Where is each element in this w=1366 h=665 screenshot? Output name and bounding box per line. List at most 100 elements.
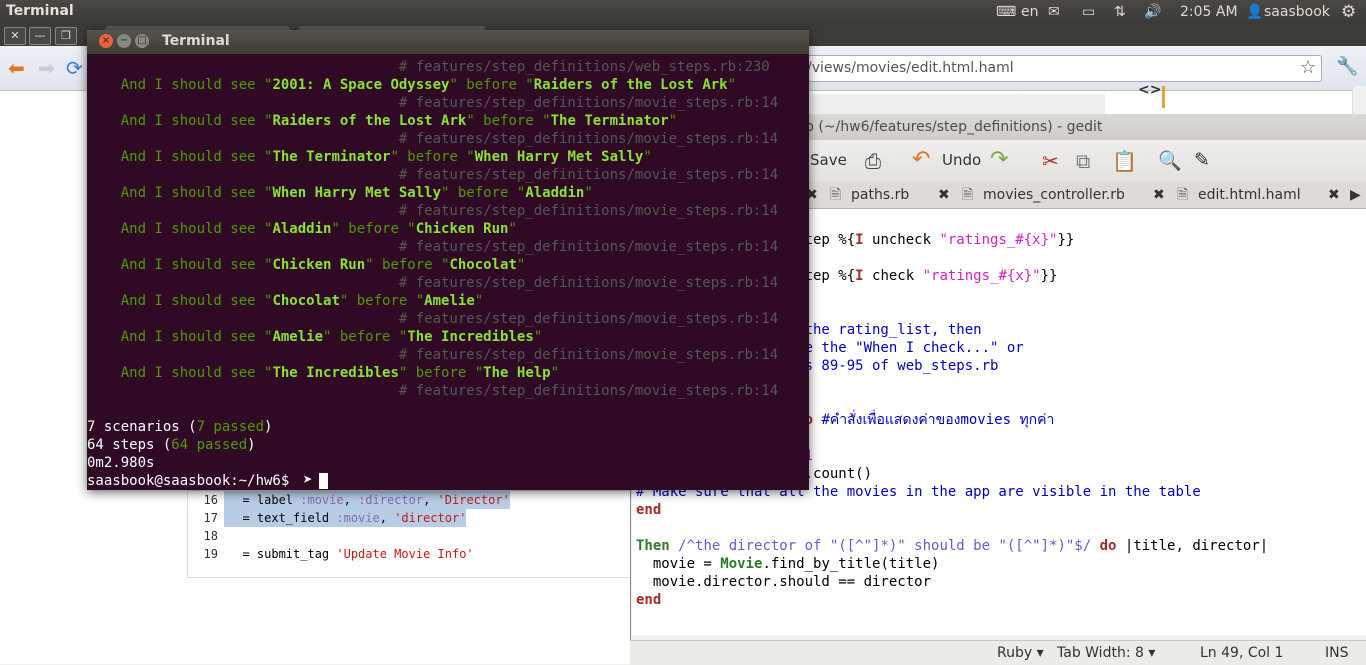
- code-token: " before ": [331, 221, 416, 237]
- page-marker: [1162, 86, 1165, 108]
- keyboard-lang[interactable]: en: [1021, 4, 1039, 20]
- copy-icon[interactable]: ⧉: [1076, 149, 1090, 173]
- code-token: # features/step_definitions/web_steps.rb…: [87, 59, 770, 75]
- code-line: 19 = submit_tag 'Update Movie Info': [188, 545, 633, 563]
- close-icon[interactable]: ✕: [4, 27, 26, 45]
- code-token: Amelie: [272, 329, 324, 345]
- code-token: Raiders of the Lost Ark: [272, 113, 467, 129]
- code-token: check: [863, 268, 923, 284]
- code-token: :movie: [300, 493, 344, 507]
- network-icon[interactable]: ⇅: [1114, 4, 1126, 20]
- tab-edit-html-haml[interactable]: edit.html.haml: [1198, 184, 1301, 206]
- user-name[interactable]: saasbook: [1264, 4, 1330, 20]
- tab-movies-controller[interactable]: movies_controller.rb: [983, 184, 1125, 206]
- editor-line: end: [636, 591, 661, 609]
- code-token: .count(): [804, 466, 873, 482]
- code-line: 16 = label :movie, :director, 'Director': [188, 491, 633, 509]
- terminal-line: And I should see "Amelie" before "The In…: [87, 328, 542, 346]
- back-arrow-icon[interactable]: ⬅: [8, 56, 25, 80]
- clock[interactable]: 2:05 AM: [1180, 4, 1238, 20]
- tab-close-icon[interactable]: ✖: [1153, 184, 1165, 206]
- code-token: |title, director|: [1116, 538, 1269, 554]
- code-token: 7 passed: [196, 419, 265, 435]
- editor-line: movie.director.should == director: [636, 573, 931, 591]
- user-icon[interactable]: 👤: [1246, 4, 1263, 20]
- code-view-icon[interactable]: <>: [1138, 82, 1161, 98]
- code-token: ,: [379, 511, 395, 525]
- page-code-listing: 16 = label :movie, :director, 'Director'…: [187, 490, 634, 578]
- tabs-scroll-right-icon[interactable]: ▶: [1350, 184, 1361, 206]
- code-token: ": [727, 77, 737, 93]
- terminal-title: Terminal: [162, 33, 230, 49]
- code-token: /^the director of "([^"]*)" should be "(…: [678, 538, 1092, 554]
- restore-icon[interactable]: ❐: [55, 27, 77, 45]
- code-token: " before ": [466, 113, 551, 129]
- language-label: Ruby: [997, 645, 1033, 661]
- terminal-line: # features/step_definitions/movie_steps.…: [87, 274, 778, 292]
- save-button[interactable]: Save: [810, 151, 847, 169]
- code-token: " before ": [390, 149, 475, 165]
- code-token: Chocolat: [449, 257, 517, 273]
- code-token: # features/step_definitions/movie_steps.…: [87, 383, 779, 399]
- code-token: "ratings_#{x}": [939, 232, 1058, 248]
- wrench-icon[interactable]: 🔧: [1336, 56, 1358, 77]
- paste-icon[interactable]: 📋: [1112, 149, 1137, 173]
- reload-icon[interactable]: ⟳: [66, 56, 83, 80]
- code-token: }}: [1057, 232, 1075, 248]
- forward-arrow-icon[interactable]: ➡: [38, 56, 55, 80]
- code-token: = label: [228, 493, 301, 507]
- terminal-line: And I should see "The Incredibles" befor…: [87, 364, 559, 382]
- cut-icon[interactable]: ✂: [1042, 149, 1059, 173]
- tab-close-icon[interactable]: ✖: [1328, 184, 1340, 206]
- code-token: And I should see ": [87, 329, 273, 345]
- code-token: And I should see ": [87, 77, 273, 93]
- code-token: #คำสั่งเพื่อแสดงค่าของmovies ทุกค่า: [821, 412, 1055, 428]
- code-token: # features/step_definitions/movie_steps.…: [87, 203, 779, 219]
- tab-paths[interactable]: paths.rb: [851, 184, 909, 206]
- code-token: 'director': [394, 511, 467, 525]
- code-token: When Harry Met Sally: [272, 185, 442, 201]
- terminal-line: And I should see "Chocolat" before "Amel…: [87, 292, 483, 310]
- code-token: Chicken Run: [415, 221, 509, 237]
- code-token: .find_by_title(title): [762, 556, 940, 572]
- line-code: = text_field :movie, 'director': [224, 509, 467, 527]
- tab-width-label: Tab Width: 8: [1057, 645, 1144, 661]
- code-token: 0m2.980s: [87, 455, 155, 471]
- maximize-icon[interactable]: □: [135, 34, 149, 48]
- terminal-titlebar: × − □ Terminal: [87, 30, 809, 54]
- gear-icon[interactable]: ⚙: [1341, 2, 1356, 22]
- code-token: ": [474, 293, 484, 309]
- redo-icon[interactable]: ↷: [990, 147, 1008, 172]
- battery-icon[interactable]: ▭: [1082, 4, 1095, 20]
- search-icon[interactable]: 🔍: [1158, 149, 1182, 172]
- mail-icon[interactable]: ✉: [1048, 4, 1060, 20]
- code-token: Amelie: [424, 293, 475, 309]
- tab-close-icon[interactable]: ✖: [938, 184, 950, 206]
- undo-button[interactable]: Undo: [942, 151, 981, 169]
- keyboard-icon[interactable]: ⌨: [996, 4, 1016, 20]
- code-token: And I should see ": [87, 113, 273, 129]
- minimize-icon[interactable]: −: [117, 34, 131, 48]
- terminal-output[interactable]: # features/step_definitions/web_steps.rb…: [87, 54, 809, 490]
- print-icon[interactable]: ⎙: [865, 149, 881, 173]
- terminal-line: saasbook@saasbook:~/hw6$: [87, 472, 289, 490]
- terminal-line: And I should see "Chicken Run" before "C…: [87, 256, 526, 274]
- volume-icon[interactable]: 🔊: [1144, 4, 1161, 20]
- bookmark-star-icon[interactable]: ☆: [1300, 57, 1316, 78]
- code-token: The Terminator: [550, 113, 669, 129]
- minimize-icon[interactable]: —: [29, 27, 51, 45]
- code-token: saasbook@saasbook:~/hw6$: [87, 473, 290, 489]
- code-token: end: [636, 592, 662, 608]
- tab-width-selector[interactable]: Tab Width: 8 ▾: [1057, 645, 1155, 661]
- code-token: Movie: [720, 556, 763, 572]
- line-code: = submit_tag 'Update Movie Info': [224, 545, 473, 563]
- address-bar[interactable]: /views/movies/edit.html.haml: [800, 55, 1322, 82]
- code-token: ): [264, 419, 273, 435]
- gedit-title: p (~/hw6/features/step_definitions) - ge…: [805, 119, 1103, 135]
- undo-icon[interactable]: ↶: [912, 147, 930, 172]
- language-selector[interactable]: Ruby ▾: [997, 645, 1044, 661]
- code-token: ": [643, 149, 652, 165]
- close-icon[interactable]: ×: [99, 34, 113, 48]
- replace-icon[interactable]: ✎: [1194, 149, 1210, 171]
